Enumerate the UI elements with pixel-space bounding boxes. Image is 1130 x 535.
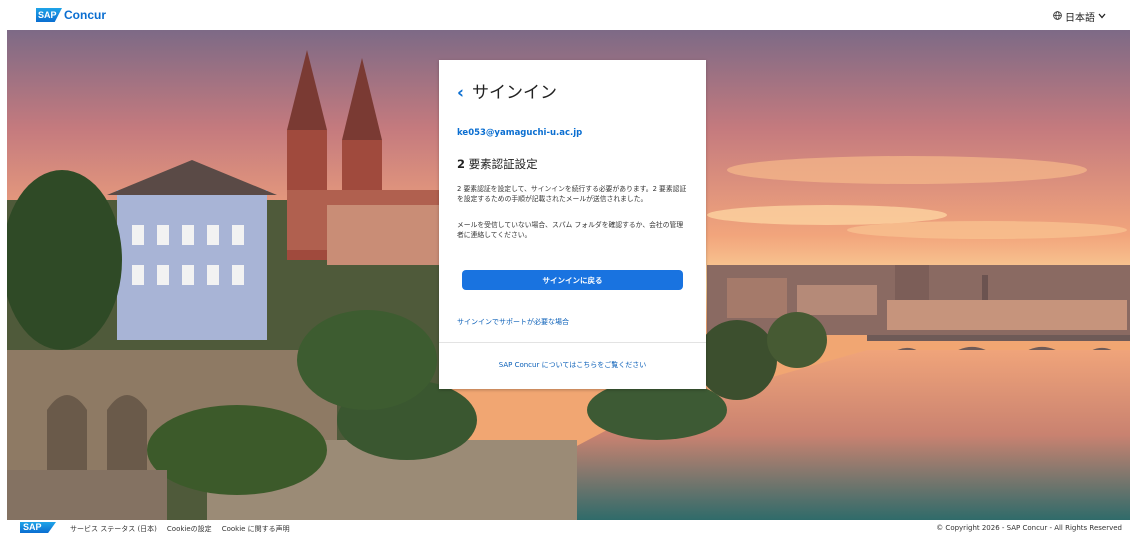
learn-about-concur-link[interactable]: SAP Concur についてはこちらをご覧ください	[439, 360, 706, 370]
cookie-statement-link[interactable]: Cookie に関する声明	[222, 524, 290, 534]
service-status-link[interactable]: サービス ステータス (日本)	[70, 524, 157, 534]
heading-text: 要素認証設定	[465, 157, 538, 171]
chevron-left-icon: ‹	[457, 83, 465, 103]
top-bar: SAP Concur 日本語	[0, 0, 1130, 30]
instructions-paragraph: 2 要素認証を設定して、サインインを続行する必要があります。2 要素認証を設定す…	[457, 185, 687, 203]
concur-logo-text: Concur	[64, 8, 106, 22]
language-label: 日本語	[1065, 13, 1095, 24]
chevron-down-icon	[1098, 11, 1106, 22]
copyright-text: © Copyright 2026 - SAP Concur - All Righ…	[936, 524, 1122, 532]
footer-links: サービス ステータス (日本) Cookieの設定 Cookie に関する声明	[70, 524, 290, 534]
card-divider	[439, 342, 706, 343]
back-to-signin[interactable]: ‹ サインイン	[457, 84, 557, 102]
no-email-paragraph: メールを受信していない場合、スパム フォルダを確認するか、会社の管理者に連絡して…	[457, 221, 684, 239]
heading-number: 2	[457, 157, 466, 171]
background-photo-basel: ‹ サインイン ke053@yamaguchi-u.ac.jp 2 要素認証設定…	[7, 30, 1130, 520]
sap-logo-mark: SAP	[36, 8, 62, 22]
footer-sap-logo[interactable]: SAP	[20, 522, 56, 533]
signin-card: ‹ サインイン ke053@yamaguchi-u.ac.jp 2 要素認証設定…	[439, 60, 706, 389]
footer: SAP サービス ステータス (日本) Cookieの設定 Cookie に関す…	[0, 520, 1130, 535]
user-email: ke053@yamaguchi-u.ac.jp	[457, 128, 583, 138]
sap-concur-logo[interactable]: SAP Concur	[36, 7, 106, 23]
card-title: サインイン	[472, 83, 558, 103]
signin-help-link[interactable]: サインインでサポートが必要な場合	[457, 317, 569, 327]
language-selector[interactable]: 日本語	[1053, 9, 1106, 24]
cookie-settings-link[interactable]: Cookieの設定	[167, 524, 212, 534]
two-factor-heading: 2 要素認証設定	[457, 156, 538, 172]
globe-icon	[1053, 10, 1062, 23]
return-to-signin-button[interactable]: サインインに戻る	[462, 270, 683, 290]
